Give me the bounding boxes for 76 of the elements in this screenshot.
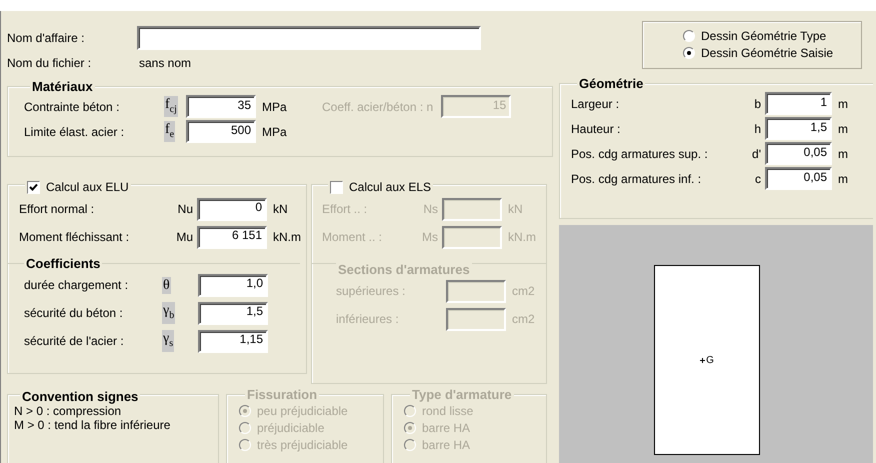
field-label: Moment .. :	[322, 230, 384, 244]
field-label: Effort normal :	[19, 202, 96, 216]
field-label: Contrainte béton :	[24, 100, 120, 114]
convention-text: N > 0 : compression	[14, 404, 122, 418]
field-label: inférieures :	[336, 312, 400, 326]
radio-button[interactable]	[683, 46, 695, 58]
unit-label: cm2	[512, 284, 536, 298]
name-field[interactable]	[137, 26, 481, 50]
field-label: Largeur :	[571, 96, 620, 110]
symbol-label: c	[755, 172, 761, 186]
unit-label: m	[838, 122, 849, 136]
value-field[interactable]: 1,0	[198, 274, 268, 296]
symbol-label: b	[754, 96, 761, 110]
unit-label: m	[838, 146, 849, 160]
value-field[interactable]	[446, 308, 506, 330]
group-title: Sections d'armatures	[338, 262, 470, 276]
value-field[interactable]: 1	[765, 92, 832, 115]
field-label: Nom d'affaire :	[7, 31, 86, 45]
unit-label: kN	[273, 202, 289, 216]
field-label: Nom du fichier :	[7, 56, 92, 70]
checkbox[interactable]	[27, 180, 40, 194]
point-label: G	[706, 354, 714, 366]
symbol-label: d'	[752, 146, 761, 160]
field-label: Effort .. :	[322, 202, 368, 216]
unit-label: kN	[508, 202, 524, 216]
symbol-label: Nu	[178, 202, 193, 216]
group-title: Coefficients	[26, 256, 100, 270]
field-label: Hauteur :	[571, 122, 622, 136]
field-label: Coeff. acier/béton : n	[322, 100, 434, 114]
symbol-label: θ	[162, 276, 171, 294]
group-title: Convention signes	[22, 388, 138, 404]
field-label: sécurité du béton :	[24, 306, 124, 320]
unit-label: kN.m	[273, 230, 302, 244]
centroid-icon	[700, 358, 706, 362]
value-field[interactable]: 35	[186, 95, 256, 118]
value-field[interactable]: 0,05	[765, 142, 832, 165]
field-label: supérieures :	[336, 284, 406, 298]
unit-label: m	[838, 172, 849, 186]
symbol-label: γ$_{s}$	[162, 330, 174, 352]
symbol-label: γ$_{b}$	[162, 302, 176, 324]
value-field[interactable]: 0	[197, 198, 267, 220]
group-title: Type d'armature	[412, 386, 512, 402]
field-label: durée chargement :	[24, 278, 130, 292]
unit-label: m	[838, 96, 849, 110]
value-field[interactable]	[442, 198, 502, 220]
symbol-label: Ms	[422, 230, 438, 244]
field-label: Pos. cdg armatures sup. :	[571, 146, 709, 160]
value-field[interactable]: 6 151	[197, 226, 267, 248]
value-field[interactable]	[442, 226, 502, 248]
unit-label: kN.m	[508, 230, 537, 244]
value-field[interactable]: 1,5	[198, 302, 268, 324]
unit-label: cm2	[512, 312, 536, 326]
unit-label: MPa	[262, 100, 288, 114]
symbol-label: Mu	[176, 230, 193, 244]
value-field[interactable]: 500	[186, 120, 256, 143]
group-title: Fissuration	[247, 386, 318, 402]
unit-label: MPa	[262, 124, 288, 138]
field-label: Moment fléchissant :	[19, 230, 130, 244]
symbol-label: f$_{cj}$	[164, 96, 178, 118]
radio-label[interactable]: Dessin Géométrie Type	[701, 28, 826, 42]
radio-button[interactable]	[683, 30, 695, 42]
field-label: Pos. cdg armatures inf. :	[571, 172, 702, 186]
value-field[interactable]: 1,15	[198, 330, 268, 352]
symbol-label: Ns	[423, 202, 438, 216]
value-field[interactable]: 1,5	[765, 117, 832, 140]
value-field[interactable]: 0,05	[765, 167, 832, 190]
field-label: sécurité de l'acier :	[24, 334, 125, 348]
symbol-label: h	[754, 122, 761, 136]
value-field[interactable]	[446, 280, 506, 302]
group-title: Matériaux	[32, 78, 93, 94]
group-title: Géométrie	[579, 76, 644, 90]
radio-label[interactable]: Dessin Géométrie Saisie	[701, 46, 834, 60]
convention-text: M > 0 : tend la fibre inférieure	[14, 418, 172, 432]
file-name: sans nom	[138, 56, 192, 70]
field-label: Limite élast. acier :	[24, 124, 126, 138]
symbol-label: f$_{e}$	[164, 120, 176, 142]
